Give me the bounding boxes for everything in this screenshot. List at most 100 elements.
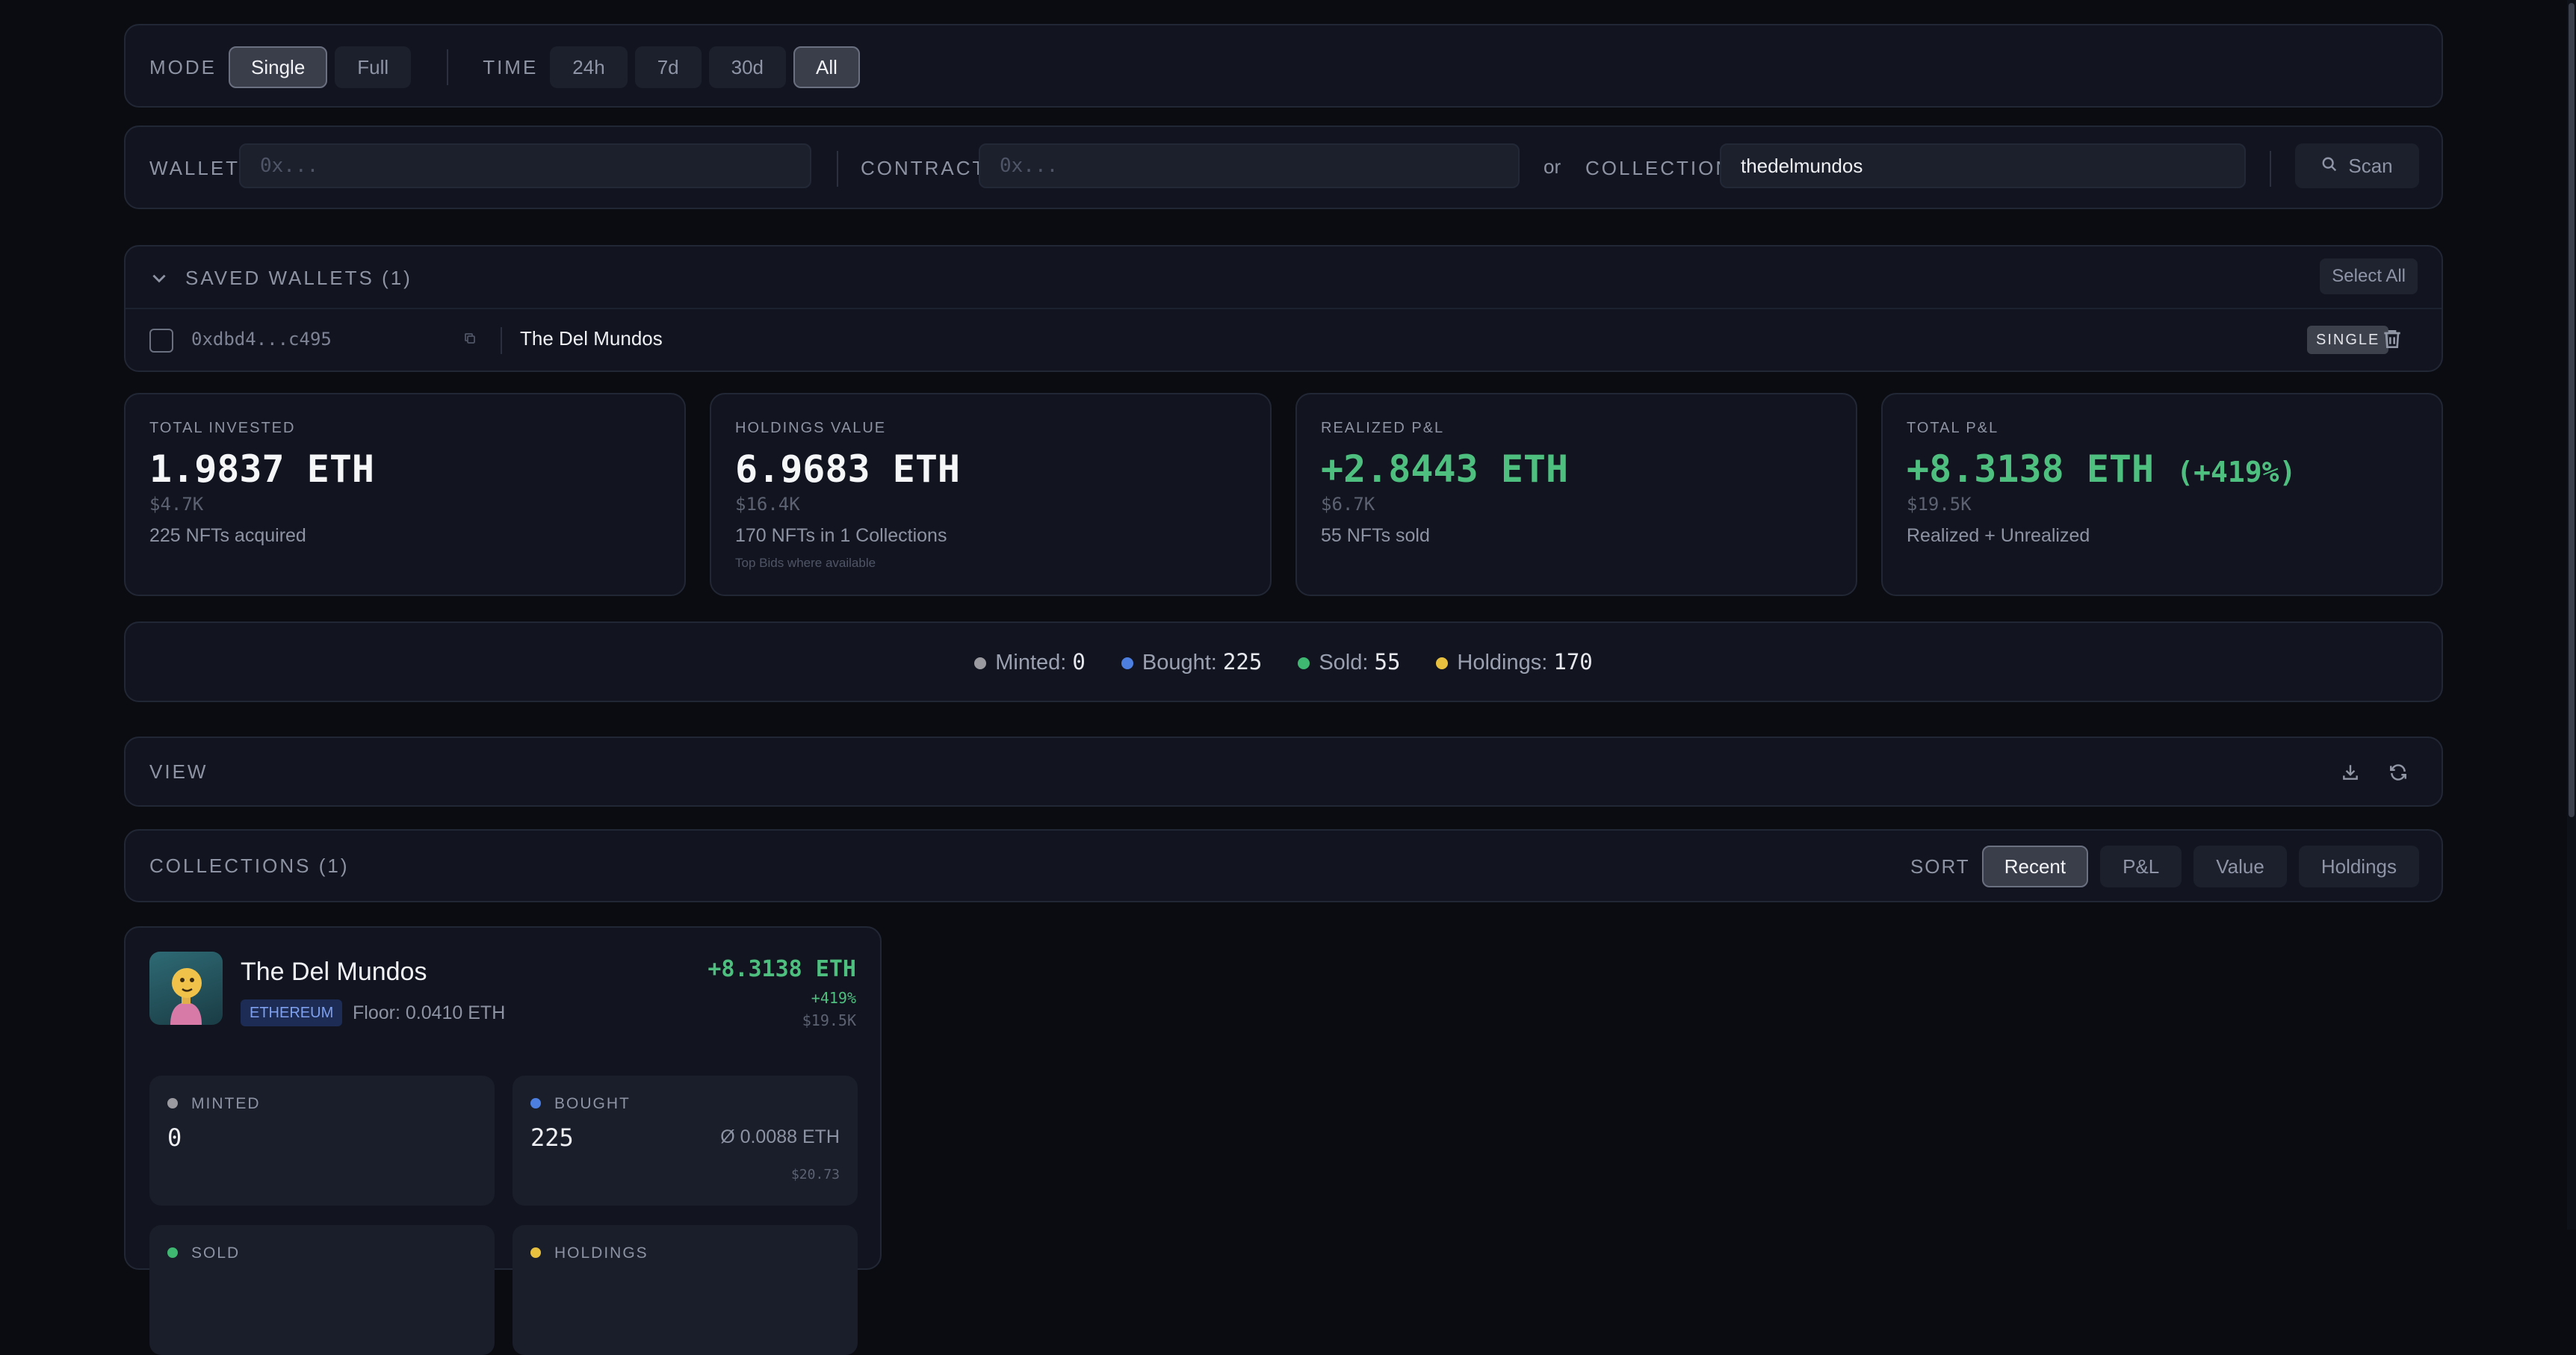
sold-dot (1298, 657, 1310, 669)
stat-usd: $16.4K (735, 494, 800, 515)
collection-value: thedelmundos (1741, 154, 1863, 177)
holdings-label: HOLDINGS (554, 1244, 648, 1262)
contract-placeholder: 0x... (1000, 155, 1059, 177)
sold-box: SOLD (149, 1225, 495, 1355)
divider (447, 49, 449, 85)
download-icon[interactable] (2334, 756, 2367, 789)
collection-name: The Del Mundos (241, 958, 427, 986)
wallet-label: WALLET (149, 157, 241, 179)
bought-usd: $20.73 (790, 1167, 840, 1182)
chevron-down-icon (149, 268, 169, 288)
saved-wallets-header[interactable]: SAVED WALLETS (1) (149, 263, 412, 293)
stat-sub: Realized + Unrealized (1907, 525, 2090, 546)
collections-title: COLLECTIONS (1) (149, 855, 350, 877)
holdings-dot (530, 1247, 541, 1258)
divider (837, 151, 838, 187)
bought-avg: Ø 0.0088 ETH (720, 1126, 840, 1147)
collection-pnl: +8.3138 ETH (708, 956, 856, 982)
stat-note: Top Bids where available (735, 556, 876, 570)
wallet-name: The Del Mundos (520, 327, 663, 350)
stat-sub: 225 NFTs acquired (149, 525, 306, 546)
wallet-address: 0xdbd4...c495 (191, 329, 332, 350)
collections-bar: COLLECTIONS (1) SORT Recent P&L Value Ho… (124, 829, 2443, 902)
sort-holdings-button[interactable]: Holdings (2298, 846, 2419, 887)
legend-label: Minted: (995, 650, 1067, 675)
legend-bought: Bought: 225 (1121, 649, 1262, 675)
stat-card-total-pnl: TOTAL P&L +8.3138 ETH (+419%) $19.5K Rea… (1881, 393, 2443, 596)
stat-value: 1.9837 ETH (149, 447, 660, 491)
sold-dot (167, 1247, 178, 1258)
trash-icon[interactable] (2380, 327, 2404, 355)
bought-value: 225 (530, 1123, 574, 1152)
time-7d-button[interactable]: 7d (634, 46, 702, 88)
saved-wallets-panel: SAVED WALLETS (1) Select All 0xdbd4...c4… (124, 245, 2443, 372)
holdings-box: HOLDINGS (513, 1225, 858, 1355)
collection-input[interactable]: thedelmundos (1720, 143, 2246, 188)
stat-value-eth: 1.9837 ETH (149, 447, 375, 491)
bought-dot (530, 1098, 541, 1109)
search-icon (2321, 155, 2338, 178)
collection-pnl-usd: $19.5K (802, 1011, 856, 1029)
collection-avatar (149, 952, 223, 1025)
wallet-placeholder: 0x... (260, 155, 319, 177)
legend-holdings: Holdings: 170 (1436, 648, 1593, 675)
sort-value-button[interactable]: Value (2193, 846, 2287, 887)
scrollbar[interactable] (2567, 0, 2576, 1230)
collection-card[interactable]: The Del Mundos ETHEREUM Floor: 0.0410 ET… (124, 926, 882, 1355)
legend-minted: Minted: 0 (974, 649, 1086, 675)
divider (2270, 151, 2271, 187)
sort-pnl-button[interactable]: P&L (2100, 846, 2182, 887)
scan-button[interactable]: Scan (2295, 143, 2419, 188)
stat-card-holdings-value: HOLDINGS VALUE 6.9683 ETH $16.4K 170 NFT… (710, 393, 1272, 596)
time-30d-button[interactable]: 30d (708, 46, 786, 88)
collection-label: COLLECTION (1585, 157, 1733, 179)
time-24h-button[interactable]: 24h (550, 46, 628, 88)
sort-recent-button[interactable]: Recent (1981, 846, 2089, 887)
legend-value: 225 (1222, 648, 1263, 675)
copy-icon[interactable] (463, 332, 477, 349)
stat-value-eth: +2.8443 ETH (1321, 447, 1569, 491)
stat-sub: 170 NFTs in 1 Collections (735, 525, 947, 546)
legend-label: Bought: (1142, 650, 1217, 675)
stat-label: TOTAL P&L (1907, 420, 1999, 436)
stat-label: HOLDINGS VALUE (735, 420, 887, 436)
stat-usd: $6.7K (1321, 494, 1375, 515)
stat-card-realized-pnl: REALIZED P&L +2.8443 ETH $6.7K 55 NFTs s… (1295, 393, 1857, 596)
stat-usd: $19.5K (1907, 494, 1972, 515)
legend-value: 170 (1553, 648, 1593, 675)
stat-value-eth: +8.3138 ETH (1907, 447, 2155, 491)
collection-pnl-pct: +419% (811, 989, 856, 1007)
legend-bar: Minted: 0 Bought: 225 Sold: 55 Holdings:… (124, 621, 2443, 702)
stat-label: REALIZED P&L (1321, 420, 1445, 436)
scrollbar-thumb[interactable] (2569, 3, 2575, 817)
stat-label: TOTAL INVESTED (149, 420, 296, 436)
select-all-button[interactable]: Select All (2320, 258, 2418, 294)
contract-input[interactable]: 0x... (979, 143, 1520, 188)
stat-value-eth: 6.9683 ETH (735, 447, 961, 491)
legend-value: 0 (1072, 648, 1086, 675)
contract-label: CONTRACT (861, 157, 987, 179)
or-text: or (1544, 155, 1561, 178)
legend-label: Sold: (1319, 650, 1369, 675)
minted-label: MINTED (191, 1095, 261, 1112)
time-label: TIME (483, 55, 539, 78)
mode-single-button[interactable]: Single (229, 46, 328, 88)
mode-full-button[interactable]: Full (335, 46, 412, 88)
stat-value: 6.9683 ETH (735, 447, 1246, 491)
time-all-button[interactable]: All (793, 46, 860, 88)
legend-value: 55 (1374, 648, 1401, 675)
stat-usd: $4.7K (149, 494, 204, 515)
view-title: VIEW (149, 760, 208, 783)
chain-badge: ETHEREUM (241, 999, 343, 1026)
stat-value: +2.8443 ETH (1321, 447, 1832, 491)
collection-floor: Floor: 0.0410 ETH (353, 1002, 506, 1023)
wallet-checkbox[interactable] (149, 329, 173, 353)
saved-wallets-title: SAVED WALLETS (1) (185, 266, 412, 289)
filter-bar: MODE Single Full TIME 24h 7d 30d All (124, 24, 2443, 108)
minted-dot (974, 657, 987, 669)
bought-dot (1121, 657, 1133, 669)
view-bar: VIEW (124, 737, 2443, 807)
wallet-input[interactable]: 0x... (239, 143, 811, 188)
stat-value: +8.3138 ETH (+419%) (1907, 447, 2418, 491)
refresh-icon[interactable] (2382, 756, 2415, 789)
